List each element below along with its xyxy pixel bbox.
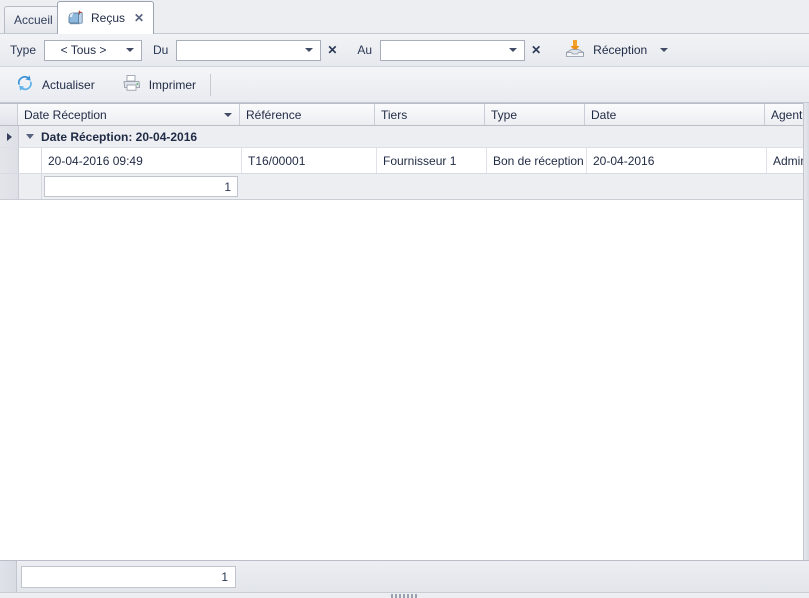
column-header-date-reception[interactable]: Date Réception	[18, 104, 240, 125]
grid-footer: 1	[0, 560, 809, 592]
tab-recus-label: Reçus	[91, 11, 126, 25]
print-button-label: Imprimer	[148, 77, 197, 92]
type-label: Type	[10, 43, 37, 57]
cell-date: 20-04-2016	[587, 148, 767, 173]
column-header-tiers[interactable]: Tiers	[375, 104, 485, 125]
tab-accueil[interactable]: Accueil	[4, 6, 63, 33]
tab-accueil-label: Accueil	[14, 13, 53, 27]
toolbar-separator	[210, 73, 212, 96]
toolbar: Actualiser Imprimer	[0, 67, 809, 103]
footer-gutter	[0, 561, 17, 592]
column-header-type-label: Type	[491, 107, 518, 122]
refresh-button[interactable]: Actualiser	[8, 71, 101, 99]
group-row-label: Date Réception: 20-04-2016	[41, 129, 198, 144]
column-header-agent-label: Agent	[771, 107, 803, 122]
chevron-down-icon	[126, 48, 135, 52]
chevron-down-icon	[509, 48, 518, 52]
row-indicator	[0, 148, 19, 173]
du-label: Du	[153, 43, 169, 57]
summary-row-indicator	[0, 174, 19, 199]
column-header-type[interactable]: Type	[485, 104, 585, 125]
sort-descending-icon	[224, 112, 232, 117]
filter-bar: Type < Tous > Du ✕ Au ✕ Réception	[0, 33, 809, 67]
group-row-indicator	[0, 126, 19, 147]
print-button[interactable]: Imprimer	[115, 71, 202, 99]
column-header-date[interactable]: Date	[585, 104, 765, 125]
chevron-down-icon[interactable]	[660, 48, 669, 52]
grid-header-row: Date Réception Référence Tiers Type Date…	[0, 104, 809, 126]
du-clear-button[interactable]: ✕	[327, 44, 337, 56]
tab-strip: Accueil Reçus ✕	[0, 0, 809, 34]
cell-date-reception: 20-04-2016 09:49	[42, 148, 242, 173]
vertical-scrollbar-track[interactable]	[803, 103, 809, 560]
cell-tiers: Fournisseur 1	[377, 148, 487, 173]
group-summary-count[interactable]: 1	[44, 176, 238, 197]
reception-button[interactable]: Réception	[561, 37, 678, 63]
chevron-down-icon	[305, 48, 314, 52]
column-header-reference-label: Référence	[246, 107, 302, 122]
group-row[interactable]: Date Réception: 20-04-2016	[0, 126, 809, 148]
refresh-icon	[14, 72, 36, 97]
column-header-date-reception-label: Date Réception	[24, 107, 107, 122]
grip-dots-icon	[391, 594, 417, 598]
footer-total-count[interactable]: 1	[21, 565, 236, 588]
inbox-download-icon	[564, 38, 586, 63]
cell-reference: T16/00001	[242, 148, 377, 173]
group-summary-row: 1	[0, 174, 809, 200]
printer-icon	[121, 72, 143, 97]
row-group-gutter	[19, 148, 42, 173]
au-label: Au	[357, 43, 373, 57]
table-row[interactable]: 20-04-2016 09:49 T16/00001 Fournisseur 1…	[0, 148, 809, 174]
receipts-grid: Date Réception Référence Tiers Type Date…	[0, 103, 809, 582]
tab-recus[interactable]: Reçus ✕	[57, 1, 155, 34]
application-window: Accueil Reçus ✕ Type < Tous > Du ✕ Au ✕ …	[0, 0, 809, 598]
reception-button-label: Réception	[593, 43, 648, 57]
summary-group-gutter	[19, 174, 42, 199]
type-select-value: < Tous >	[60, 43, 107, 57]
window-resize-grip[interactable]	[0, 592, 809, 598]
close-icon[interactable]: ✕	[134, 12, 144, 24]
type-select[interactable]: < Tous >	[44, 39, 143, 61]
current-row-arrow-icon	[6, 132, 12, 141]
chevron-down-icon	[26, 134, 34, 139]
au-date-input[interactable]	[380, 39, 526, 61]
row-indicator-header	[0, 104, 18, 125]
column-header-reference[interactable]: Référence	[240, 104, 375, 125]
grid-empty-area	[0, 200, 809, 582]
du-date-input[interactable]	[176, 39, 322, 61]
refresh-button-label: Actualiser	[42, 77, 95, 92]
column-header-date-label: Date	[591, 107, 617, 122]
mailbox-icon	[67, 9, 85, 27]
column-header-tiers-label: Tiers	[381, 107, 408, 122]
cell-type: Bon de réception	[487, 148, 587, 173]
group-expander[interactable]	[19, 134, 41, 139]
au-clear-button[interactable]: ✕	[531, 44, 541, 56]
